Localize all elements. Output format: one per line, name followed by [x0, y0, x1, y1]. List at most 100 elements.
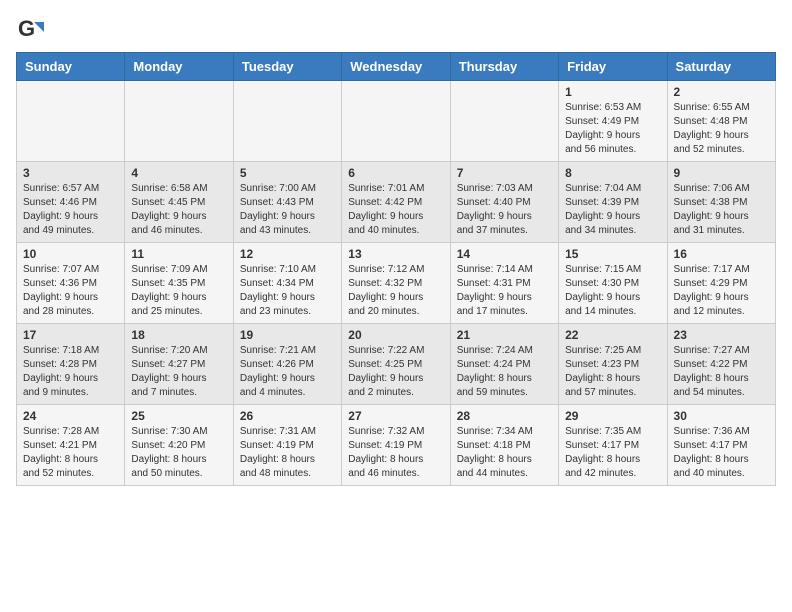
- calendar-day-cell: 20Sunrise: 7:22 AM Sunset: 4:25 PM Dayli…: [342, 324, 450, 405]
- day-info: Sunrise: 7:14 AM Sunset: 4:31 PM Dayligh…: [457, 263, 552, 319]
- calendar-day-cell: 27 Sunrise: 7:32 AM Sunset: 4:19 PM Dayli…: [342, 405, 450, 486]
- day-info: Sunrise: 7:04 AM Sunset: 4:39 PM Dayligh…: [565, 182, 660, 238]
- day-number: 29: [565, 409, 660, 423]
- calendar-day-cell: 22 Sunrise: 7:25 AM Sunset: 4:23 PM Dayli…: [559, 324, 667, 405]
- day-number: 8: [565, 166, 660, 180]
- day-info: Sunrise: 7:25 AM Sunset: 4:23 PM Dayligh…: [565, 344, 660, 400]
- calendar-day-cell: [450, 81, 558, 162]
- calendar-day-cell: [233, 81, 341, 162]
- day-number: 13: [348, 247, 443, 261]
- calendar-day-cell: 13 Sunrise: 7:12 AM Sunset: 4:32 PM Dayli…: [342, 243, 450, 324]
- calendar-day-cell: 6Sunrise: 7:01 AM Sunset: 4:42 PM Daylig…: [342, 162, 450, 243]
- day-number: 14: [457, 247, 552, 261]
- calendar-day-cell: 21 Sunrise: 7:24 AM Sunset: 4:24 PM Dayli…: [450, 324, 558, 405]
- svg-text:G: G: [18, 16, 35, 41]
- day-info: Sunrise: 7:31 AM Sunset: 4:19 PM Dayligh…: [240, 425, 335, 481]
- day-info: Sunrise: 6:57 AM Sunset: 4:46 PM Dayligh…: [23, 182, 118, 238]
- calendar-day-header: Wednesday: [342, 53, 450, 81]
- day-number: 26: [240, 409, 335, 423]
- day-info: Sunrise: 7:35 AM Sunset: 4:17 PM Dayligh…: [565, 425, 660, 481]
- day-number: 22: [565, 328, 660, 342]
- calendar-week-row: 3 Sunrise: 6:57 AM Sunset: 4:46 PM Daylig…: [17, 162, 776, 243]
- calendar-table: SundayMondayTuesdayWednesdayThursdayFrid…: [16, 52, 776, 486]
- calendar-week-row: 17 Sunrise: 7:18 AM Sunset: 4:28 PM Dayli…: [17, 324, 776, 405]
- day-info: Sunrise: 7:06 AM Sunset: 4:38 PM Dayligh…: [674, 182, 769, 238]
- calendar-week-row: 10Sunrise: 7:07 AM Sunset: 4:36 PM Dayli…: [17, 243, 776, 324]
- day-info: Sunrise: 7:01 AM Sunset: 4:42 PM Dayligh…: [348, 182, 443, 238]
- page-header: G: [16, 16, 776, 44]
- calendar-day-cell: 30 Sunrise: 7:36 AM Sunset: 4:17 PM Dayli…: [667, 405, 775, 486]
- calendar-day-cell: 3 Sunrise: 6:57 AM Sunset: 4:46 PM Daylig…: [17, 162, 125, 243]
- day-number: 3: [23, 166, 118, 180]
- calendar-day-cell: 7 Sunrise: 7:03 AM Sunset: 4:40 PM Daylig…: [450, 162, 558, 243]
- calendar-day-header: Monday: [125, 53, 233, 81]
- day-info: Sunrise: 7:24 AM Sunset: 4:24 PM Dayligh…: [457, 344, 552, 400]
- calendar-week-row: 24Sunrise: 7:28 AM Sunset: 4:21 PM Dayli…: [17, 405, 776, 486]
- day-number: 5: [240, 166, 335, 180]
- day-info: Sunrise: 7:27 AM Sunset: 4:22 PM Dayligh…: [674, 344, 769, 400]
- day-info: Sunrise: 6:53 AM Sunset: 4:49 PM Dayligh…: [565, 101, 660, 157]
- calendar-day-header: Friday: [559, 53, 667, 81]
- day-number: 10: [23, 247, 118, 261]
- calendar-day-cell: 4Sunrise: 6:58 AM Sunset: 4:45 PM Daylig…: [125, 162, 233, 243]
- day-number: 1: [565, 85, 660, 99]
- day-info: Sunrise: 7:22 AM Sunset: 4:25 PM Dayligh…: [348, 344, 443, 400]
- calendar-day-cell: 11Sunrise: 7:09 AM Sunset: 4:35 PM Dayli…: [125, 243, 233, 324]
- day-info: Sunrise: 7:32 AM Sunset: 4:19 PM Dayligh…: [348, 425, 443, 481]
- calendar-day-cell: 23 Sunrise: 7:27 AM Sunset: 4:22 PM Dayli…: [667, 324, 775, 405]
- calendar-day-cell: 12 Sunrise: 7:10 AM Sunset: 4:34 PM Dayli…: [233, 243, 341, 324]
- day-number: 9: [674, 166, 769, 180]
- logo-icon: G: [16, 16, 44, 44]
- day-info: Sunrise: 7:12 AM Sunset: 4:32 PM Dayligh…: [348, 263, 443, 319]
- day-info: Sunrise: 7:03 AM Sunset: 4:40 PM Dayligh…: [457, 182, 552, 238]
- day-info: Sunrise: 7:36 AM Sunset: 4:17 PM Dayligh…: [674, 425, 769, 481]
- calendar-day-cell: 15 Sunrise: 7:15 AM Sunset: 4:30 PM Dayli…: [559, 243, 667, 324]
- calendar-day-cell: 8 Sunrise: 7:04 AM Sunset: 4:39 PM Daylig…: [559, 162, 667, 243]
- day-info: Sunrise: 7:30 AM Sunset: 4:20 PM Dayligh…: [131, 425, 226, 481]
- day-number: 7: [457, 166, 552, 180]
- calendar-day-cell: 28 Sunrise: 7:34 AM Sunset: 4:18 PM Dayli…: [450, 405, 558, 486]
- day-info: Sunrise: 6:55 AM Sunset: 4:48 PM Dayligh…: [674, 101, 769, 157]
- day-number: 21: [457, 328, 552, 342]
- day-info: Sunrise: 7:28 AM Sunset: 4:21 PM Dayligh…: [23, 425, 118, 481]
- day-number: 28: [457, 409, 552, 423]
- day-info: Sunrise: 7:34 AM Sunset: 4:18 PM Dayligh…: [457, 425, 552, 481]
- day-number: 4: [131, 166, 226, 180]
- calendar-day-cell: 19Sunrise: 7:21 AM Sunset: 4:26 PM Dayli…: [233, 324, 341, 405]
- calendar-day-cell: [342, 81, 450, 162]
- day-info: Sunrise: 7:21 AM Sunset: 4:26 PM Dayligh…: [240, 344, 335, 400]
- calendar-day-cell: 25Sunrise: 7:30 AM Sunset: 4:20 PM Dayli…: [125, 405, 233, 486]
- calendar-day-cell: 16 Sunrise: 7:17 AM Sunset: 4:29 PM Dayli…: [667, 243, 775, 324]
- calendar-day-cell: 1 Sunrise: 6:53 AM Sunset: 4:49 PM Daylig…: [559, 81, 667, 162]
- calendar-day-header: Thursday: [450, 53, 558, 81]
- day-info: Sunrise: 7:10 AM Sunset: 4:34 PM Dayligh…: [240, 263, 335, 319]
- calendar-day-cell: 14 Sunrise: 7:14 AM Sunset: 4:31 PM Dayli…: [450, 243, 558, 324]
- day-number: 17: [23, 328, 118, 342]
- calendar-day-cell: 2 Sunrise: 6:55 AM Sunset: 4:48 PM Daylig…: [667, 81, 775, 162]
- calendar-day-cell: 29 Sunrise: 7:35 AM Sunset: 4:17 PM Dayli…: [559, 405, 667, 486]
- calendar-day-header: Saturday: [667, 53, 775, 81]
- calendar-header-row: SundayMondayTuesdayWednesdayThursdayFrid…: [17, 53, 776, 81]
- day-info: Sunrise: 7:00 AM Sunset: 4:43 PM Dayligh…: [240, 182, 335, 238]
- day-number: 18: [131, 328, 226, 342]
- day-number: 23: [674, 328, 769, 342]
- calendar-day-cell: 26 Sunrise: 7:31 AM Sunset: 4:19 PM Dayli…: [233, 405, 341, 486]
- day-number: 15: [565, 247, 660, 261]
- logo: G: [16, 16, 48, 44]
- day-info: Sunrise: 7:09 AM Sunset: 4:35 PM Dayligh…: [131, 263, 226, 319]
- day-number: 12: [240, 247, 335, 261]
- day-info: Sunrise: 7:18 AM Sunset: 4:28 PM Dayligh…: [23, 344, 118, 400]
- day-number: 30: [674, 409, 769, 423]
- day-info: Sunrise: 7:15 AM Sunset: 4:30 PM Dayligh…: [565, 263, 660, 319]
- calendar-day-cell: [125, 81, 233, 162]
- calendar-day-cell: 5 Sunrise: 7:00 AM Sunset: 4:43 PM Daylig…: [233, 162, 341, 243]
- calendar-day-header: Sunday: [17, 53, 125, 81]
- day-number: 16: [674, 247, 769, 261]
- calendar-day-cell: 9 Sunrise: 7:06 AM Sunset: 4:38 PM Daylig…: [667, 162, 775, 243]
- day-info: Sunrise: 7:17 AM Sunset: 4:29 PM Dayligh…: [674, 263, 769, 319]
- day-number: 27: [348, 409, 443, 423]
- calendar-day-cell: 17 Sunrise: 7:18 AM Sunset: 4:28 PM Dayli…: [17, 324, 125, 405]
- calendar-day-cell: 10Sunrise: 7:07 AM Sunset: 4:36 PM Dayli…: [17, 243, 125, 324]
- calendar-week-row: 1 Sunrise: 6:53 AM Sunset: 4:49 PM Daylig…: [17, 81, 776, 162]
- day-number: 2: [674, 85, 769, 99]
